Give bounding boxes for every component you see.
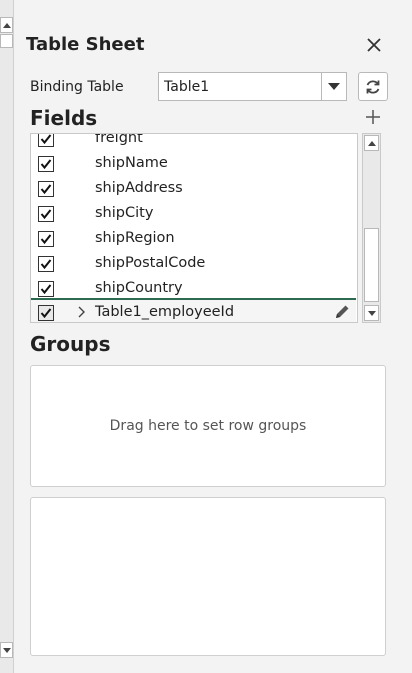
fields-scroll-down-button[interactable] xyxy=(364,305,379,321)
binding-table-label: Binding Table xyxy=(30,79,124,95)
arrow-up-icon xyxy=(2,22,11,28)
close-icon xyxy=(367,38,381,52)
arrow-up-icon xyxy=(367,140,376,146)
checkmark-icon xyxy=(40,259,52,270)
binding-table-select[interactable]: Table1 xyxy=(158,72,347,101)
field-row-shipPostalCode[interactable]: shipPostalCode xyxy=(31,251,357,276)
fields-scroll-thumb[interactable] xyxy=(364,228,379,302)
field-row-shipCity[interactable]: shipCity xyxy=(31,201,357,226)
fields-heading: Fields xyxy=(30,106,98,130)
binding-table-value: Table1 xyxy=(164,79,210,95)
checkmark-icon xyxy=(40,134,52,145)
related-table-checkbox[interactable] xyxy=(38,305,54,321)
values-dropzone[interactable] xyxy=(30,497,386,656)
field-checkbox[interactable] xyxy=(38,181,54,197)
add-field-button[interactable] xyxy=(363,107,383,127)
checkmark-icon xyxy=(40,209,52,220)
arrow-down-icon xyxy=(367,310,376,316)
fields-scroll-up-button[interactable] xyxy=(364,135,379,151)
table-sheet-panel: Table Sheet Binding Table Table1 Fields … xyxy=(15,0,412,673)
row-groups-dropzone[interactable]: Drag here to set row groups xyxy=(30,365,386,487)
checkmark-icon xyxy=(40,308,52,319)
field-row-freight[interactable]: freight xyxy=(31,133,357,151)
scroll-up-button[interactable] xyxy=(0,17,13,33)
chevron-down-icon xyxy=(328,83,340,90)
checkmark-icon xyxy=(40,184,52,195)
field-checkbox[interactable] xyxy=(38,231,54,247)
checkmark-icon xyxy=(40,159,52,170)
field-checkbox[interactable] xyxy=(38,281,54,297)
related-table-name: Table1_employeeId xyxy=(95,304,235,320)
field-name: shipName xyxy=(95,155,168,171)
related-table-row[interactable]: Table1_employeeId xyxy=(31,298,356,322)
field-checkbox[interactable] xyxy=(38,156,54,172)
field-name: shipCountry xyxy=(95,280,183,296)
groups-heading: Groups xyxy=(30,332,111,356)
scroll-thumb[interactable] xyxy=(0,34,13,48)
fields-list[interactable]: freight shipName shipAddress shipCity sh… xyxy=(30,133,358,323)
refresh-button[interactable] xyxy=(358,72,388,101)
field-checkbox[interactable] xyxy=(38,206,54,222)
field-name: freight xyxy=(95,133,143,146)
arrow-down-icon xyxy=(2,647,11,653)
checkmark-icon xyxy=(40,284,52,295)
field-name: shipRegion xyxy=(95,230,175,246)
dropdown-button[interactable] xyxy=(321,73,346,100)
left-scrollbar[interactable] xyxy=(0,0,14,673)
refresh-icon xyxy=(366,79,380,94)
field-row-shipRegion[interactable]: shipRegion xyxy=(31,226,357,251)
field-row-shipAddress[interactable]: shipAddress xyxy=(31,176,357,201)
close-button[interactable] xyxy=(363,34,385,56)
field-checkbox[interactable] xyxy=(38,256,54,272)
plus-icon xyxy=(366,110,380,124)
expand-button[interactable] xyxy=(75,305,87,319)
field-checkbox[interactable] xyxy=(38,134,54,147)
field-name: shipAddress xyxy=(95,180,183,196)
field-name: shipPostalCode xyxy=(95,255,206,271)
groups-hint: Drag here to set row groups xyxy=(109,418,307,434)
chevron-right-icon xyxy=(78,306,85,318)
fields-scrollbar[interactable] xyxy=(362,133,381,323)
field-name: shipCity xyxy=(95,205,154,221)
field-row-shipName[interactable]: shipName xyxy=(31,151,357,176)
scroll-down-button[interactable] xyxy=(0,642,13,658)
panel-title: Table Sheet xyxy=(26,34,145,55)
edit-button[interactable] xyxy=(332,303,352,321)
pencil-icon xyxy=(336,305,349,318)
checkmark-icon xyxy=(40,234,52,245)
